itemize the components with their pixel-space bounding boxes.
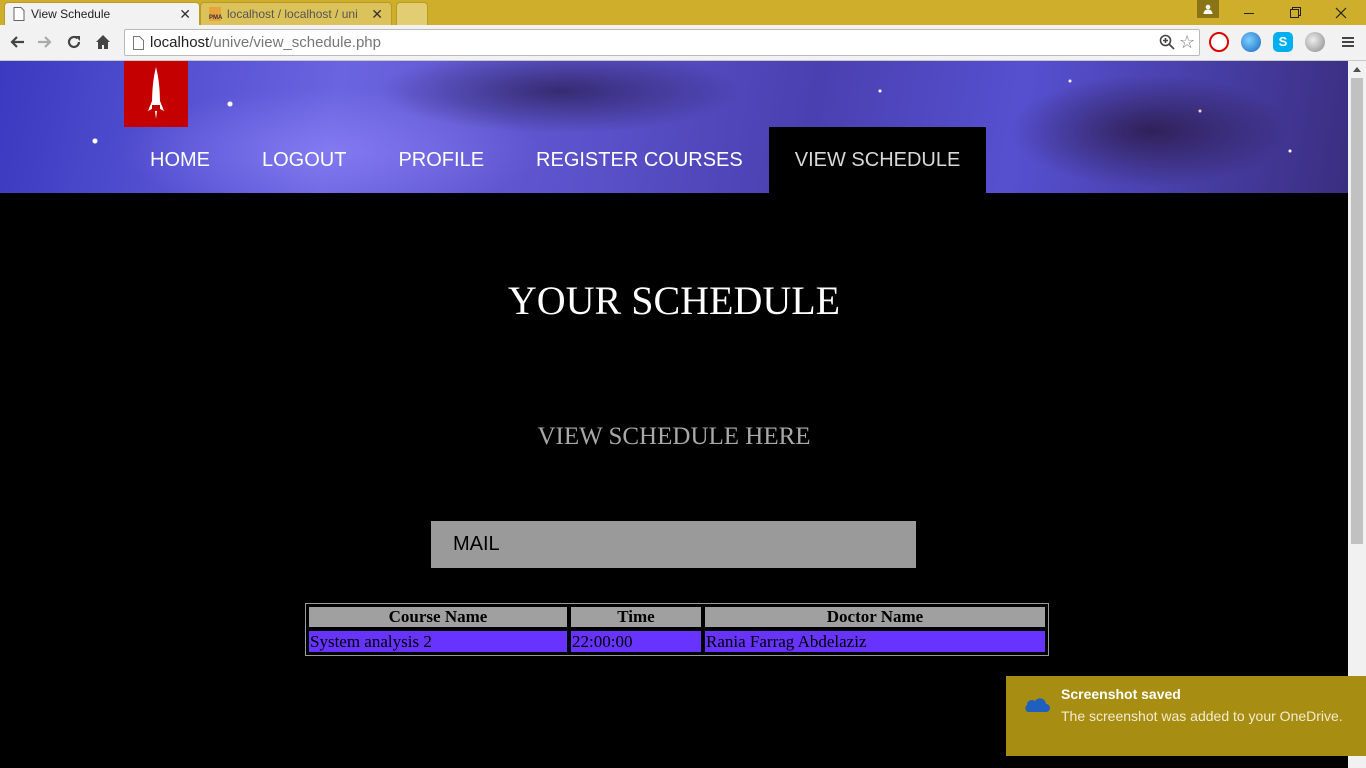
nav-home[interactable]: HOME	[124, 127, 236, 193]
phpmyadmin-icon: PMA	[209, 7, 222, 21]
schedule-table: Course Name Time Doctor Name System anal…	[305, 603, 1049, 656]
table-row: System analysis 2 22:00:00 Rania Farrag …	[308, 630, 1046, 653]
restore-button[interactable]	[1272, 0, 1318, 25]
blocker-extension-icon[interactable]	[1209, 32, 1229, 52]
cell-time: 22:00:00	[570, 630, 702, 653]
column-header-doctor-name: Doctor Name	[704, 606, 1046, 628]
browser-toolbar: localhost/unive/view_schedule.php ☆ S	[0, 25, 1366, 61]
page-icon	[13, 7, 25, 21]
menu-icon[interactable]	[1337, 31, 1359, 53]
onedrive-notification[interactable]: Screenshot saved The screenshot was adde…	[1006, 676, 1366, 756]
user-profile-icon[interactable]	[1197, 0, 1219, 18]
notification-body: The screenshot was added to your OneDriv…	[1061, 708, 1343, 724]
tab-phpmyadmin[interactable]: PMA localhost / localhost / uni ✕	[200, 2, 392, 25]
close-icon[interactable]: ✕	[371, 6, 383, 23]
page-subtitle: VIEW SCHEDULE HERE	[537, 423, 811, 450]
zoom-icon[interactable]	[1159, 34, 1175, 50]
main-nav: HOME LOGOUT PROFILE REGISTER COURSES VIE…	[124, 127, 987, 193]
back-icon[interactable]	[6, 31, 28, 53]
url-text: localhost/unive/view_schedule.php	[150, 34, 381, 51]
mail-box[interactable]: MAIL	[431, 521, 916, 568]
home-icon[interactable]	[92, 31, 114, 53]
extension-icon[interactable]	[1305, 32, 1325, 52]
nav-logout[interactable]: LOGOUT	[236, 127, 372, 193]
cell-course-name: System analysis 2	[308, 630, 568, 653]
cell-doctor-name: Rania Farrag Abdelaziz	[704, 630, 1046, 653]
column-header-time: Time	[570, 606, 702, 628]
close-icon[interactable]: ✕	[179, 6, 191, 23]
nav-view-schedule[interactable]: VIEW SCHEDULE	[768, 127, 987, 193]
new-tab-button[interactable]	[396, 2, 428, 25]
notification-title: Screenshot saved	[1061, 686, 1181, 702]
reload-icon[interactable]	[63, 31, 85, 53]
tab-label: View Schedule	[31, 7, 111, 21]
scrollbar-thumb[interactable]	[1351, 78, 1363, 544]
table-header-row: Course Name Time Doctor Name	[308, 606, 1046, 628]
nav-profile[interactable]: PROFILE	[372, 127, 510, 193]
globe-extension-icon[interactable]	[1241, 32, 1261, 52]
onedrive-cloud-icon	[1025, 698, 1050, 712]
minimize-button[interactable]	[1226, 0, 1272, 25]
page-icon	[133, 36, 144, 50]
browser-titlebar: View Schedule ✕ PMA localhost / localhos…	[0, 0, 1366, 25]
tab-label: localhost / localhost / uni	[227, 7, 358, 21]
page-viewport: HOME LOGOUT PROFILE REGISTER COURSES VIE…	[0, 61, 1348, 768]
window-close-button[interactable]	[1318, 0, 1364, 25]
forward-icon[interactable]	[34, 31, 56, 53]
tab-view-schedule[interactable]: View Schedule ✕	[4, 2, 200, 25]
star-icon[interactable]: ☆	[1179, 32, 1195, 53]
nav-register-courses[interactable]: REGISTER COURSES	[510, 127, 769, 193]
page-scrollbar[interactable]	[1348, 61, 1366, 768]
rocket-logo-icon	[148, 67, 164, 119]
scroll-up-arrow[interactable]	[1353, 67, 1361, 72]
column-header-course-name: Course Name	[308, 606, 568, 628]
page-title: YOUR SCHEDULE	[507, 278, 841, 323]
header-banner: HOME LOGOUT PROFILE REGISTER COURSES VIE…	[0, 61, 1348, 193]
site-logo[interactable]	[124, 61, 188, 127]
skype-extension-icon[interactable]: S	[1273, 32, 1293, 52]
address-bar[interactable]: localhost/unive/view_schedule.php ☆	[124, 29, 1200, 56]
